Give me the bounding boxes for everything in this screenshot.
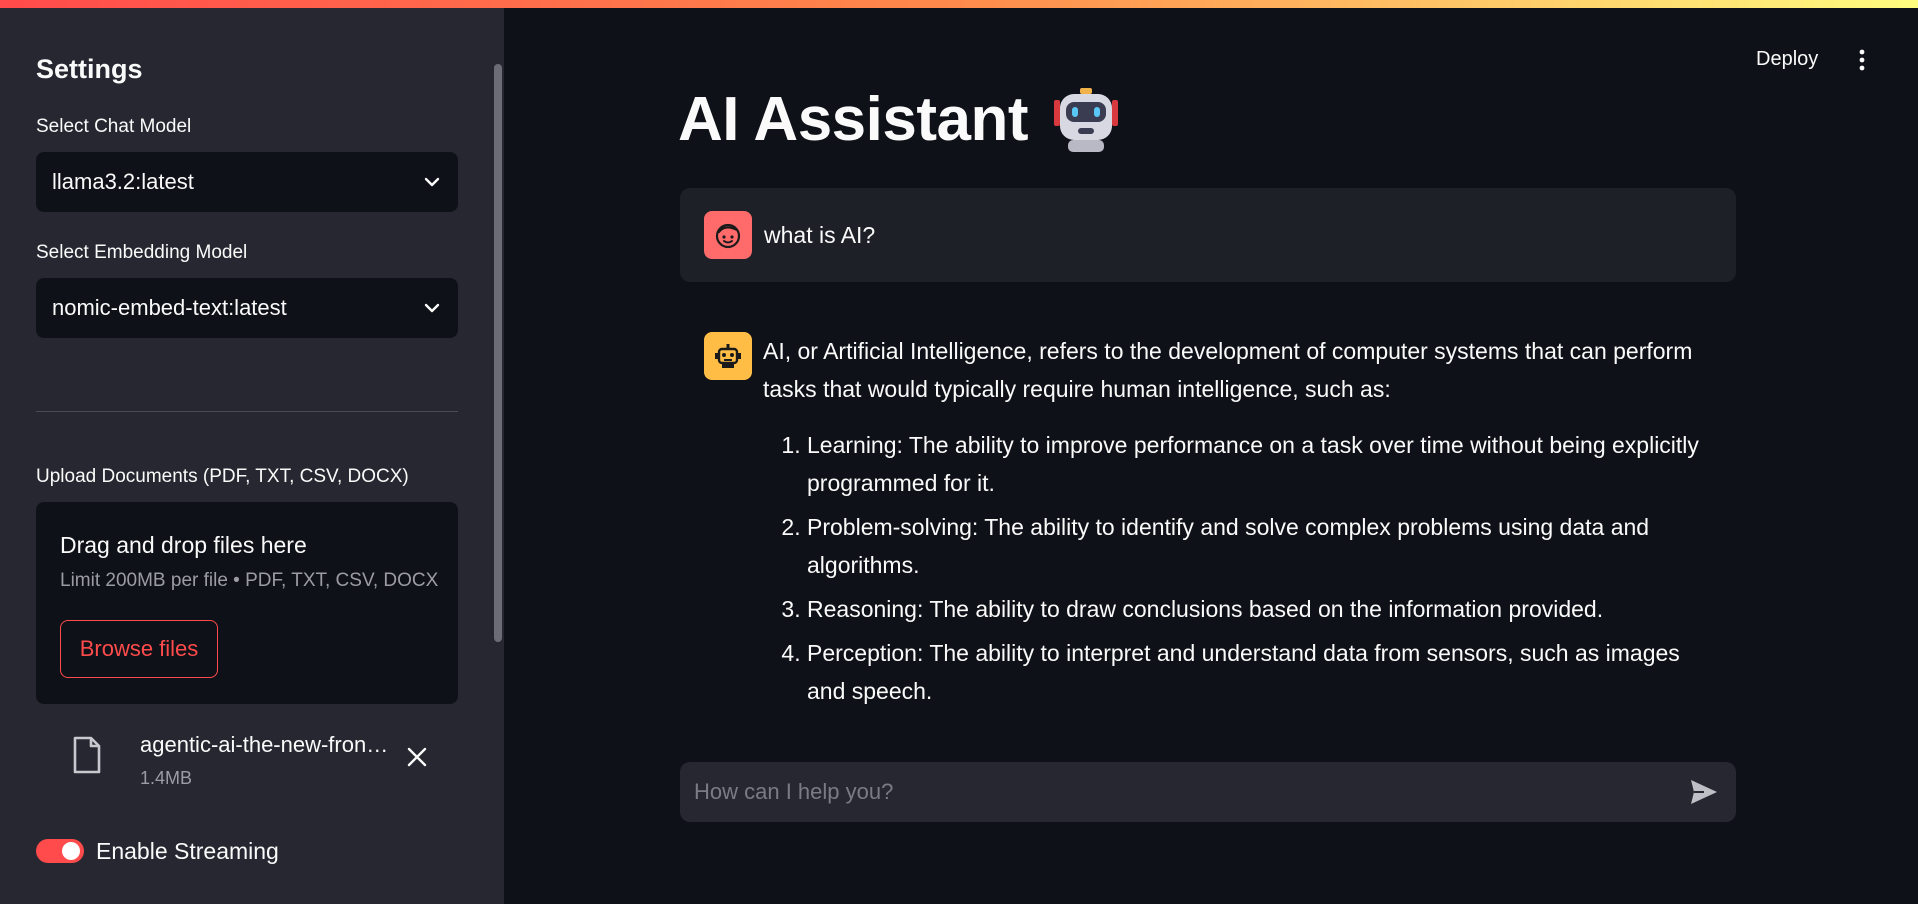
uploaded-file-name: agentic-ai-the-new-fron… xyxy=(140,732,389,757)
user-face-icon xyxy=(715,223,741,249)
top-decoration-bar xyxy=(0,0,1918,8)
chat-model-select[interactable]: llama3.2:latest xyxy=(36,152,458,212)
chat-model-value: llama3.2:latest xyxy=(52,169,194,194)
file-icon xyxy=(73,736,101,774)
close-icon[interactable] xyxy=(406,746,428,768)
browse-files-button[interactable]: Browse files xyxy=(60,620,218,678)
send-icon[interactable] xyxy=(1688,776,1720,808)
chevron-down-icon xyxy=(424,177,440,187)
embedding-model-value: nomic-embed-text:latest xyxy=(52,295,287,320)
list-item: Learning: The ability to improve perform… xyxy=(807,426,1723,502)
embedding-model-select[interactable]: nomic-embed-text:latest xyxy=(36,278,458,338)
sidebar-divider xyxy=(36,411,458,412)
assistant-message: AI, or Artificial Intelligence, refers t… xyxy=(763,332,1723,716)
chat-input[interactable] xyxy=(680,762,1736,822)
user-message: what is AI? xyxy=(680,188,1736,282)
streaming-toggle[interactable] xyxy=(36,839,84,863)
page-title: AI Assistant xyxy=(678,84,1120,155)
list-item: Reasoning: The ability to draw conclusio… xyxy=(807,590,1723,628)
kebab-menu-icon[interactable] xyxy=(1854,48,1870,72)
chevron-down-icon xyxy=(424,303,440,313)
chat-model-label: Select Chat Model xyxy=(36,116,192,137)
sidebar: Settings Select Chat Model llama3.2:late… xyxy=(0,8,504,904)
streaming-label: Enable Streaming xyxy=(96,837,279,864)
uploaded-file-item: agentic-ai-the-new-fron… 1.4MB xyxy=(36,728,458,798)
user-avatar xyxy=(704,211,752,259)
file-dropzone[interactable]: Drag and drop files here Limit 200MB per… xyxy=(36,502,458,704)
assistant-message-list: Learning: The ability to improve perform… xyxy=(763,426,1723,710)
assistant-avatar xyxy=(704,332,752,380)
dropzone-title: Drag and drop files here xyxy=(60,532,307,558)
user-message-text: what is AI? xyxy=(764,222,876,248)
streaming-toggle-row: Enable Streaming xyxy=(36,836,279,866)
deploy-button[interactable]: Deploy xyxy=(1756,48,1818,71)
robot-icon xyxy=(715,344,741,368)
robot-emoji xyxy=(1054,87,1119,152)
sidebar-title: Settings xyxy=(36,54,143,84)
dropzone-limit: Limit 200MB per file • PDF, TXT, CSV, DO… xyxy=(60,570,439,591)
embedding-model-label: Select Embedding Model xyxy=(36,242,248,263)
toggle-knob xyxy=(62,842,80,860)
sidebar-scrollbar[interactable] xyxy=(494,64,502,642)
list-item: Problem-solving: The ability to identify… xyxy=(807,508,1723,584)
page-title-text: AI Assistant xyxy=(678,85,1029,154)
assistant-message-intro: AI, or Artificial Intelligence, refers t… xyxy=(763,338,1693,402)
list-item: Perception: The ability to interpret and… xyxy=(807,634,1723,710)
upload-label: Upload Documents (PDF, TXT, CSV, DOCX) xyxy=(36,466,409,487)
uploaded-file-size: 1.4MB xyxy=(140,768,193,788)
